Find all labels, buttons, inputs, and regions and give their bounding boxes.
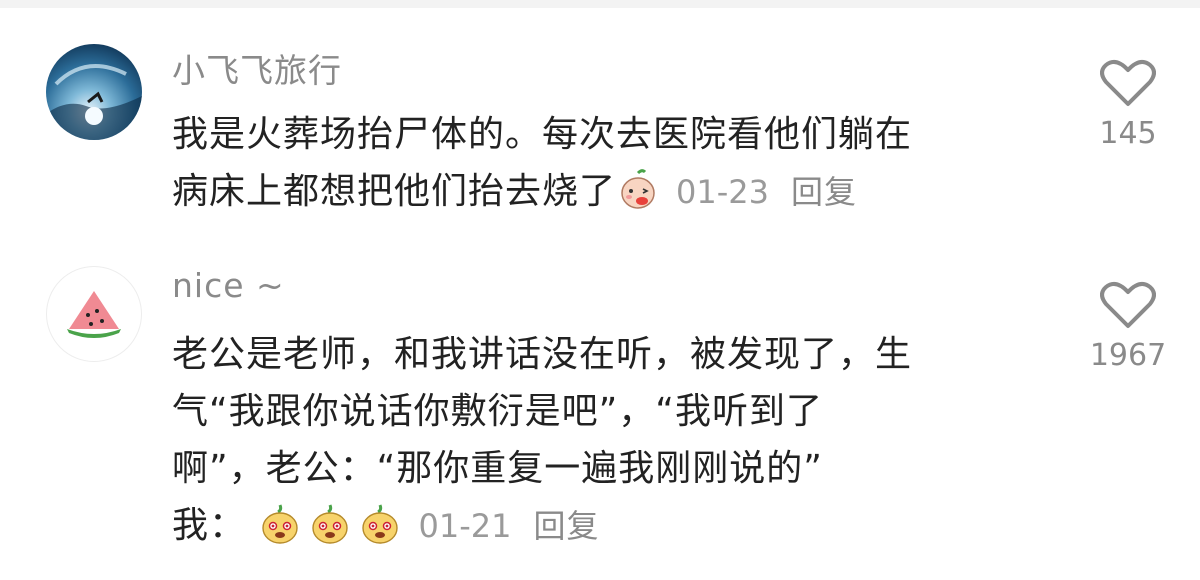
comment-text-line: 病床上都想把他们抬去烧了	[172, 171, 617, 212]
comment-username[interactable]: 小飞飞旅行	[172, 44, 342, 92]
comment-date: 01-21	[418, 507, 512, 545]
comment-text-line: 我：	[172, 505, 247, 546]
chick-face-emoji-icon	[362, 504, 399, 544]
user-avatar[interactable]	[46, 266, 142, 362]
comment-body: 我是火葬场抬尸体的。每次去医院看他们躺在 病床上都想把他们抬去烧了 01-23 回…	[172, 106, 1032, 221]
comment-body: 老公是老师，和我讲话没在听，被发现了，生 气“我跟你说话你敷衍是吧”，“我听到了…	[172, 326, 1032, 555]
chick-face-emoji-icon	[262, 504, 299, 544]
comment-text-line-with-meta: 病床上都想把他们抬去烧了 01-23 回复	[172, 163, 1032, 221]
reply-button[interactable]: 回复	[791, 173, 857, 211]
ocean-wave-avatar-icon	[46, 64, 142, 140]
watermelon-avatar-icon	[67, 291, 121, 338]
top-divider	[0, 0, 1200, 8]
comment-text-line: 啊”，老公：“那你重复一遍我刚刚说的”	[172, 448, 823, 489]
blushing-face-emoji-icon	[621, 169, 655, 209]
comment-text-line: 老公是老师，和我讲话没在听，被发现了，生	[172, 334, 913, 375]
heart-icon[interactable]	[1100, 280, 1156, 330]
chick-face-emoji-icon	[312, 504, 349, 544]
comment-text-line: 气“我跟你说话你敷衍是吧”，“我听到了	[172, 391, 823, 432]
like-count: 1967	[1089, 338, 1167, 373]
comment-username[interactable]: nice ~	[172, 266, 285, 305]
user-avatar[interactable]	[46, 44, 142, 140]
heart-icon[interactable]	[1100, 58, 1156, 108]
comment-date: 01-23	[676, 173, 769, 211]
comment-text-line-with-meta: 我： 01-21 回复	[172, 497, 1032, 555]
like-area: 1967	[1080, 280, 1176, 373]
like-count: 145	[1099, 116, 1157, 151]
like-area: 145	[1080, 58, 1176, 151]
reply-button[interactable]: 回复	[533, 507, 599, 545]
comment-text-line: 我是火葬场抬尸体的。每次去医院看他们躺在	[172, 114, 913, 155]
